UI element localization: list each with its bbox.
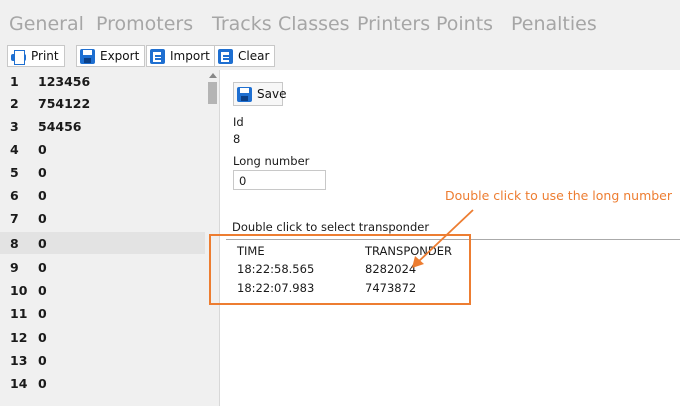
list-item-value: 0 [38, 188, 47, 203]
clear-button[interactable]: Clear [214, 45, 276, 67]
list-item-value: 754122 [38, 96, 91, 111]
transponder-hint: Double click to select transponder [232, 220, 430, 234]
list-item-index: 13 [10, 353, 28, 368]
list-item[interactable]: 13 0 [0, 349, 205, 371]
list-item-value: 0 [38, 306, 47, 321]
long-number-label: Long number [233, 154, 310, 168]
clear-doc-icon [218, 48, 233, 64]
list-item-index: 10 [10, 283, 28, 298]
list-item[interactable]: 40 [0, 138, 205, 160]
list-item-index: 11 [10, 306, 28, 321]
list-item-value: 0 [38, 211, 47, 226]
save-disk-icon [80, 48, 95, 64]
long-number-input[interactable]: 0 [233, 170, 326, 190]
export-button[interactable]: Export [76, 45, 146, 67]
id-label: Id [233, 115, 244, 129]
list-item-index: 14 [10, 376, 28, 391]
list-item-value: 123456 [38, 74, 91, 89]
print-button[interactable]: Print [7, 45, 65, 67]
list-item[interactable]: 12 0 [0, 326, 205, 348]
list-item-value: 0 [38, 283, 47, 298]
list-item[interactable]: 50 [0, 161, 205, 183]
export-label: Export [100, 49, 140, 63]
save-button[interactable]: Save [233, 82, 287, 106]
tab-printers[interactable]: Printers [357, 13, 430, 35]
list-item[interactable]: 70 [0, 207, 205, 229]
list-item-index: 9 [10, 260, 19, 275]
scroll-thumb[interactable] [208, 82, 217, 104]
id-value: 8 [233, 132, 241, 146]
clear-label: Clear [238, 49, 270, 63]
list-item-value: 0 [38, 236, 47, 251]
list-item-value: 0 [38, 260, 47, 275]
save-label: Save [257, 87, 287, 101]
list-item[interactable]: 10 0 [0, 279, 205, 301]
list-item-value: 0 [38, 330, 47, 345]
list-item[interactable]: 90 [0, 256, 205, 278]
list-item-index: 5 [10, 165, 19, 180]
tab-points[interactable]: Points [436, 13, 493, 35]
tab-strip: General Promoters Tracks Classes Printer… [0, 0, 680, 42]
list-item-value: 0 [38, 376, 47, 391]
list-item[interactable]: 2 754122 [0, 92, 205, 114]
list-item-index: 8 [10, 236, 19, 251]
tab-tracks[interactable]: Tracks [212, 13, 272, 35]
list-item-value: 54456 [38, 119, 82, 134]
list-item-index: 4 [10, 142, 19, 157]
list-item-selected[interactable]: 80 [0, 232, 205, 254]
print-label: Print [31, 49, 59, 63]
annotation-callout: Double click to use the long number [445, 188, 673, 203]
import-label: Import [170, 49, 210, 63]
list-item-index: 7 [10, 211, 19, 226]
import-button[interactable]: Import [146, 45, 216, 67]
list-item[interactable]: 3 54456 [0, 115, 205, 137]
scroll-up-arrow-icon[interactable] [209, 73, 217, 78]
toolbar: Print Export Import Clear [0, 42, 680, 70]
list-item-index: 1 [10, 74, 19, 89]
import-doc-icon [150, 48, 165, 64]
tab-promoters[interactable]: Promoters [96, 13, 193, 35]
tab-classes[interactable]: Classes [278, 13, 350, 35]
list-item[interactable]: 14 0 [0, 372, 205, 394]
list-item-index: 2 [10, 96, 19, 111]
printer-icon [11, 49, 26, 65]
highlight-box [209, 234, 471, 305]
list-item[interactable]: 1 123456 [0, 70, 205, 92]
tab-penalties[interactable]: Penalties [511, 13, 597, 35]
list-item-value: 0 [38, 353, 47, 368]
list-item[interactable]: 60 [0, 184, 205, 206]
tab-general[interactable]: General [9, 13, 84, 35]
list-item-index: 3 [10, 119, 19, 134]
competitor-list[interactable]: 1 123456 2 754122 3 54456 40 50 60 70 80 90… [0, 70, 220, 406]
save-disk-icon [237, 86, 252, 102]
list-item[interactable]: 11 0 [0, 302, 205, 324]
list-item-index: 12 [10, 330, 28, 345]
list-item-index: 6 [10, 188, 19, 203]
list-item-value: 0 [38, 165, 47, 180]
list-item-value: 0 [38, 142, 47, 157]
